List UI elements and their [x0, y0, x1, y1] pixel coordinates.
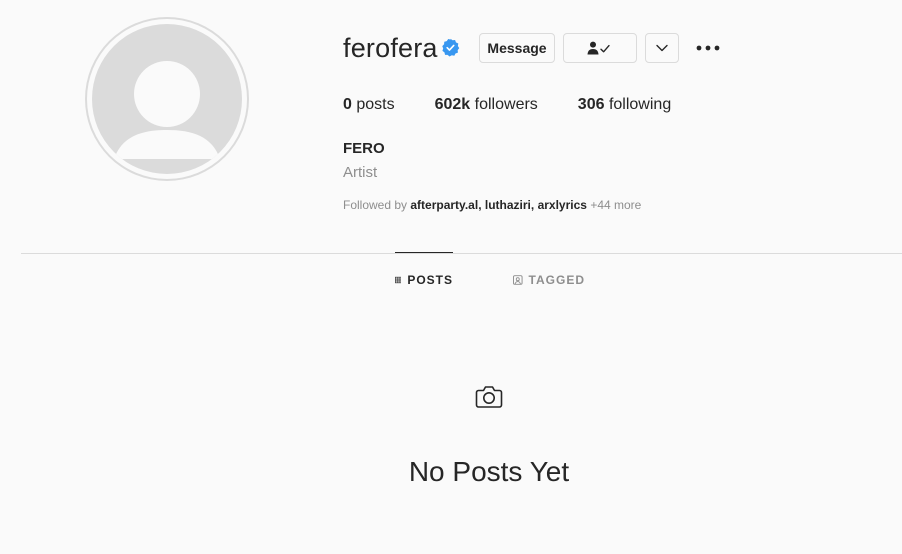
posts-stat: 0 posts — [343, 95, 395, 115]
followers-label: followers — [474, 96, 538, 113]
following-label: following — [608, 96, 672, 113]
tab-posts-label: POSTS — [407, 272, 453, 287]
followers-stat[interactable]: 602k followers — [435, 95, 538, 115]
followed-by-account[interactable]: afterparty.al — [410, 198, 478, 212]
username: ferofera — [343, 33, 438, 63]
suggested-accounts-button[interactable] — [645, 33, 679, 63]
posts-count: 0 — [343, 96, 352, 113]
posts-label: posts — [356, 96, 395, 113]
verified-badge-icon — [442, 38, 460, 57]
more-options-button[interactable] — [693, 40, 723, 56]
followed-by-account[interactable]: arxlyrics — [538, 198, 587, 212]
tagged-icon — [513, 275, 523, 285]
default-avatar-icon — [114, 61, 220, 159]
tab-posts[interactable]: POSTS — [395, 252, 453, 306]
camera-icon — [475, 386, 503, 408]
followed-by-separator: , — [478, 198, 482, 212]
profile-stats: 0 posts 602k followers 306 following — [343, 95, 711, 115]
followed-by-prefix: Followed by — [343, 198, 408, 212]
full-name: FERO — [343, 140, 385, 157]
message-button[interactable]: Message — [479, 33, 555, 63]
followed-by-more[interactable]: +44 more — [590, 198, 641, 212]
more-dots-icon — [696, 45, 720, 51]
following-count: 306 — [577, 96, 605, 113]
followed-by-separator: , — [530, 198, 535, 212]
chevron-down-icon — [656, 44, 668, 52]
person-check-icon — [587, 41, 610, 55]
profile-page: ferofera Message 0 posts 602k followers … — [0, 0, 902, 554]
empty-state-title: No Posts Yet — [408, 456, 570, 487]
following-button[interactable] — [563, 33, 637, 63]
tabs-divider — [21, 253, 902, 254]
followed-by[interactable]: Followed by afterparty.al, luthaziri, ar… — [343, 197, 641, 213]
followed-by-account[interactable]: luthaziri — [485, 198, 531, 212]
category-label: Artist — [343, 164, 378, 181]
avatar[interactable] — [92, 24, 242, 174]
following-stat[interactable]: 306 following — [578, 95, 671, 115]
tab-tagged[interactable]: TAGGED — [513, 253, 585, 307]
followers-count: 602k — [434, 96, 471, 113]
tab-tagged-label: TAGGED — [528, 273, 585, 287]
grid-icon — [395, 276, 402, 283]
